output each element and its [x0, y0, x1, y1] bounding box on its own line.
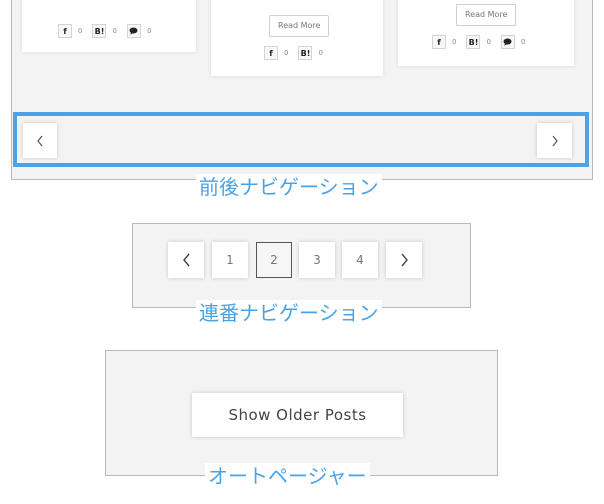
share-count: 0	[486, 38, 491, 46]
chevron-right-icon	[400, 253, 408, 267]
page-number: 3	[313, 253, 321, 267]
share-count: 0	[112, 27, 117, 35]
pagination-prev-button[interactable]	[168, 242, 204, 278]
hatena-bookmark-button[interactable]: B!	[92, 24, 107, 38]
autopager-caption: オートページャー	[205, 463, 370, 489]
share-row: f 0 B! 0	[264, 45, 333, 61]
page-number: 1	[226, 253, 234, 267]
read-more-button[interactable]: Read More	[456, 4, 517, 26]
comment-button[interactable]	[126, 24, 141, 38]
page-link[interactable]: 3	[299, 242, 335, 278]
post-card: Read More f 0 B! 0	[211, 0, 383, 76]
page-link-current[interactable]: 2	[256, 242, 292, 278]
page-number: 4	[356, 253, 364, 267]
chevron-right-icon	[552, 135, 558, 146]
facebook-share-button[interactable]: f	[264, 46, 278, 60]
post-card: f 0 B! 0 0	[22, 0, 196, 52]
hatena-bookmark-button[interactable]: B!	[298, 46, 313, 60]
prev-post-button[interactable]	[23, 123, 57, 158]
prev-next-highlight	[13, 112, 589, 167]
prev-next-caption: 前後ナビゲーション	[196, 174, 382, 200]
numbered-caption: 連番ナビゲーション	[196, 300, 382, 326]
hatena-bookmark-button[interactable]: B!	[466, 35, 481, 49]
comment-button[interactable]	[500, 35, 515, 49]
chevron-left-icon	[37, 135, 43, 146]
page-number: 2	[270, 253, 278, 267]
share-count: 0	[284, 49, 289, 57]
chevron-left-icon	[182, 253, 190, 267]
share-count: 0	[318, 49, 323, 57]
facebook-share-button[interactable]: f	[432, 35, 446, 49]
speech-bubble-icon	[503, 38, 512, 46]
share-count: 0	[78, 27, 83, 35]
facebook-share-button[interactable]: f	[58, 24, 72, 38]
page-link[interactable]: 1	[212, 242, 248, 278]
share-row: f 0 B! 0 0	[432, 34, 535, 50]
share-count: 0	[146, 27, 152, 35]
pagination-next-button[interactable]	[386, 242, 422, 278]
share-count: 0	[452, 38, 457, 46]
page-link[interactable]: 4	[342, 242, 378, 278]
speech-bubble-icon	[129, 27, 138, 35]
share-row: f 0 B! 0 0	[58, 23, 161, 39]
show-older-posts-label: Show Older Posts	[228, 406, 367, 424]
next-post-button[interactable]	[537, 123, 572, 158]
post-card: Read More f 0 B! 0 0	[398, 0, 574, 66]
show-older-posts-button[interactable]: Show Older Posts	[192, 393, 403, 437]
share-count: 0	[520, 38, 526, 46]
read-more-button[interactable]: Read More	[269, 15, 330, 37]
